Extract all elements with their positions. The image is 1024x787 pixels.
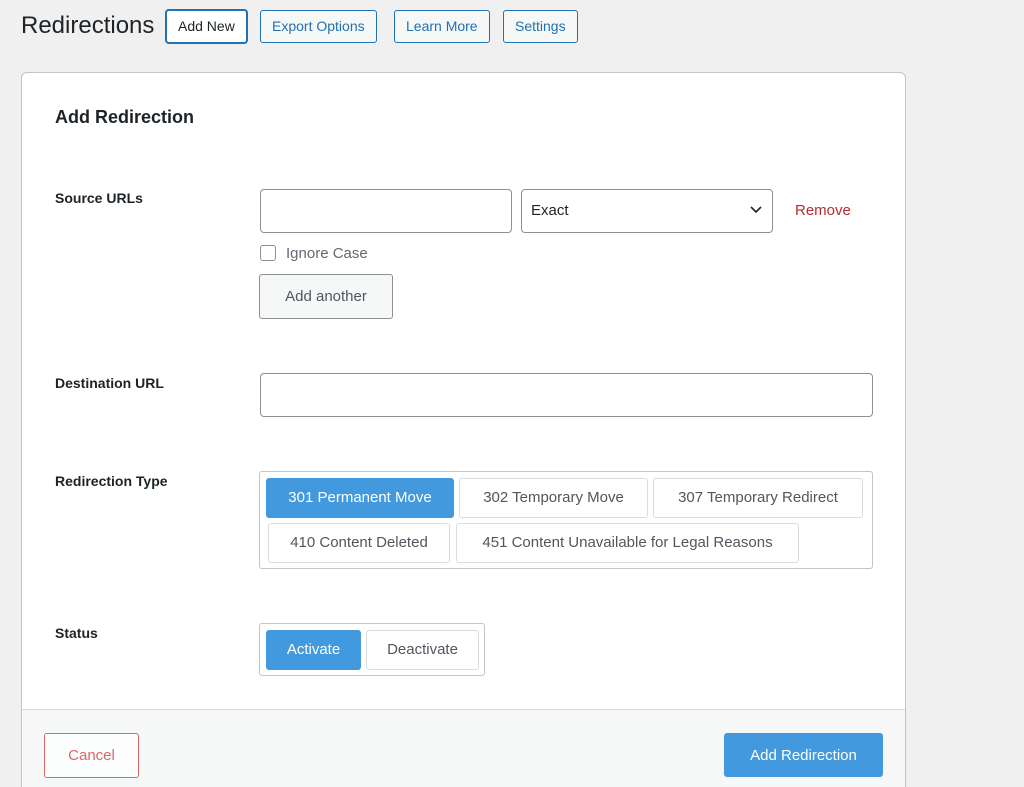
add-redirection-card: Add Redirection Source URLs Exact Remove… bbox=[21, 72, 906, 787]
remove-link[interactable]: Remove bbox=[795, 202, 851, 219]
status-label: Status bbox=[55, 625, 98, 641]
source-url-input[interactable] bbox=[260, 189, 512, 233]
learn-more-button[interactable]: Learn More bbox=[394, 10, 490, 43]
destination-url-input[interactable] bbox=[260, 373, 873, 417]
card-title: Add Redirection bbox=[55, 107, 195, 127]
export-options-button[interactable]: Export Options bbox=[260, 10, 377, 43]
add-new-button[interactable]: Add New bbox=[166, 10, 247, 43]
destination-url-label: Destination URL bbox=[55, 375, 164, 391]
type-451-option[interactable]: 451 Content Unavailable for Legal Reason… bbox=[456, 523, 799, 563]
settings-button[interactable]: Settings bbox=[503, 10, 578, 43]
source-urls-label: Source URLs bbox=[55, 190, 143, 206]
match-type-value: Exact bbox=[531, 202, 569, 219]
ignore-case-checkbox[interactable] bbox=[260, 245, 276, 261]
chevron-down-icon bbox=[750, 206, 762, 214]
type-307-option[interactable]: 307 Temporary Redirect bbox=[653, 478, 863, 518]
match-type-select[interactable]: Exact bbox=[521, 189, 773, 233]
type-410-option[interactable]: 410 Content Deleted bbox=[268, 523, 450, 563]
ignore-case-label: Ignore Case bbox=[286, 245, 368, 262]
add-redirection-button[interactable]: Add Redirection bbox=[724, 733, 883, 777]
type-302-option[interactable]: 302 Temporary Move bbox=[459, 478, 648, 518]
redirection-type-group: 301 Permanent Move 302 Temporary Move 30… bbox=[259, 471, 873, 569]
cancel-button[interactable]: Cancel bbox=[44, 733, 139, 778]
redirection-type-label: Redirection Type bbox=[55, 473, 168, 489]
add-another-button[interactable]: Add another bbox=[259, 274, 393, 319]
activate-option[interactable]: Activate bbox=[266, 630, 361, 670]
page-title: Redirections bbox=[21, 12, 155, 39]
card-footer: Cancel Add Redirection bbox=[22, 709, 905, 787]
deactivate-option[interactable]: Deactivate bbox=[366, 630, 479, 670]
type-301-option[interactable]: 301 Permanent Move bbox=[266, 478, 454, 518]
page-header: Redirections Add New Export Options Lear… bbox=[0, 0, 1024, 60]
status-group: Activate Deactivate bbox=[259, 623, 485, 676]
